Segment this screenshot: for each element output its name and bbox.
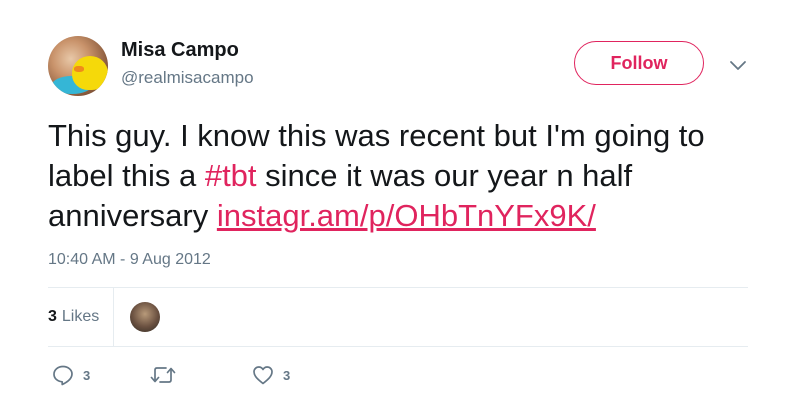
reply-button[interactable]: 3 (52, 364, 90, 386)
like-count: 3 (283, 367, 291, 383)
user-handle[interactable]: @realmisacampo (121, 67, 254, 89)
likes-count: 3 (48, 308, 57, 325)
retweet-icon (150, 367, 176, 383)
user-display-name[interactable]: Misa Campo (121, 38, 239, 62)
stats-divider (113, 288, 114, 346)
tweet-text: This guy. I know this was recent but I'm… (48, 116, 768, 236)
chevron-down-icon[interactable] (728, 58, 748, 72)
follow-button[interactable]: Follow (574, 41, 704, 85)
heart-icon (253, 366, 273, 385)
hashtag-link[interactable]: #tbt (205, 158, 257, 193)
likes-label: Likes (61, 308, 100, 325)
divider (48, 287, 748, 288)
reply-icon (53, 365, 73, 386)
like-button[interactable]: 3 (252, 364, 290, 386)
retweet-button[interactable] (150, 364, 185, 386)
tweet-timestamp[interactable]: 10:40 AM - 9 Aug 2012 (48, 250, 211, 270)
reply-count: 3 (83, 367, 91, 383)
tweet-card: Misa Campo @realmisacampo Follow This gu… (0, 0, 797, 405)
avatar-rubber-duck (72, 56, 108, 90)
likes-stat[interactable]: 3 Likes (48, 307, 99, 327)
divider (48, 346, 748, 347)
liker-avatar[interactable] (130, 302, 160, 332)
user-avatar[interactable] (48, 36, 108, 96)
instagram-link[interactable]: instagr.am/p/OHbTnYFx9K/ (217, 198, 596, 233)
